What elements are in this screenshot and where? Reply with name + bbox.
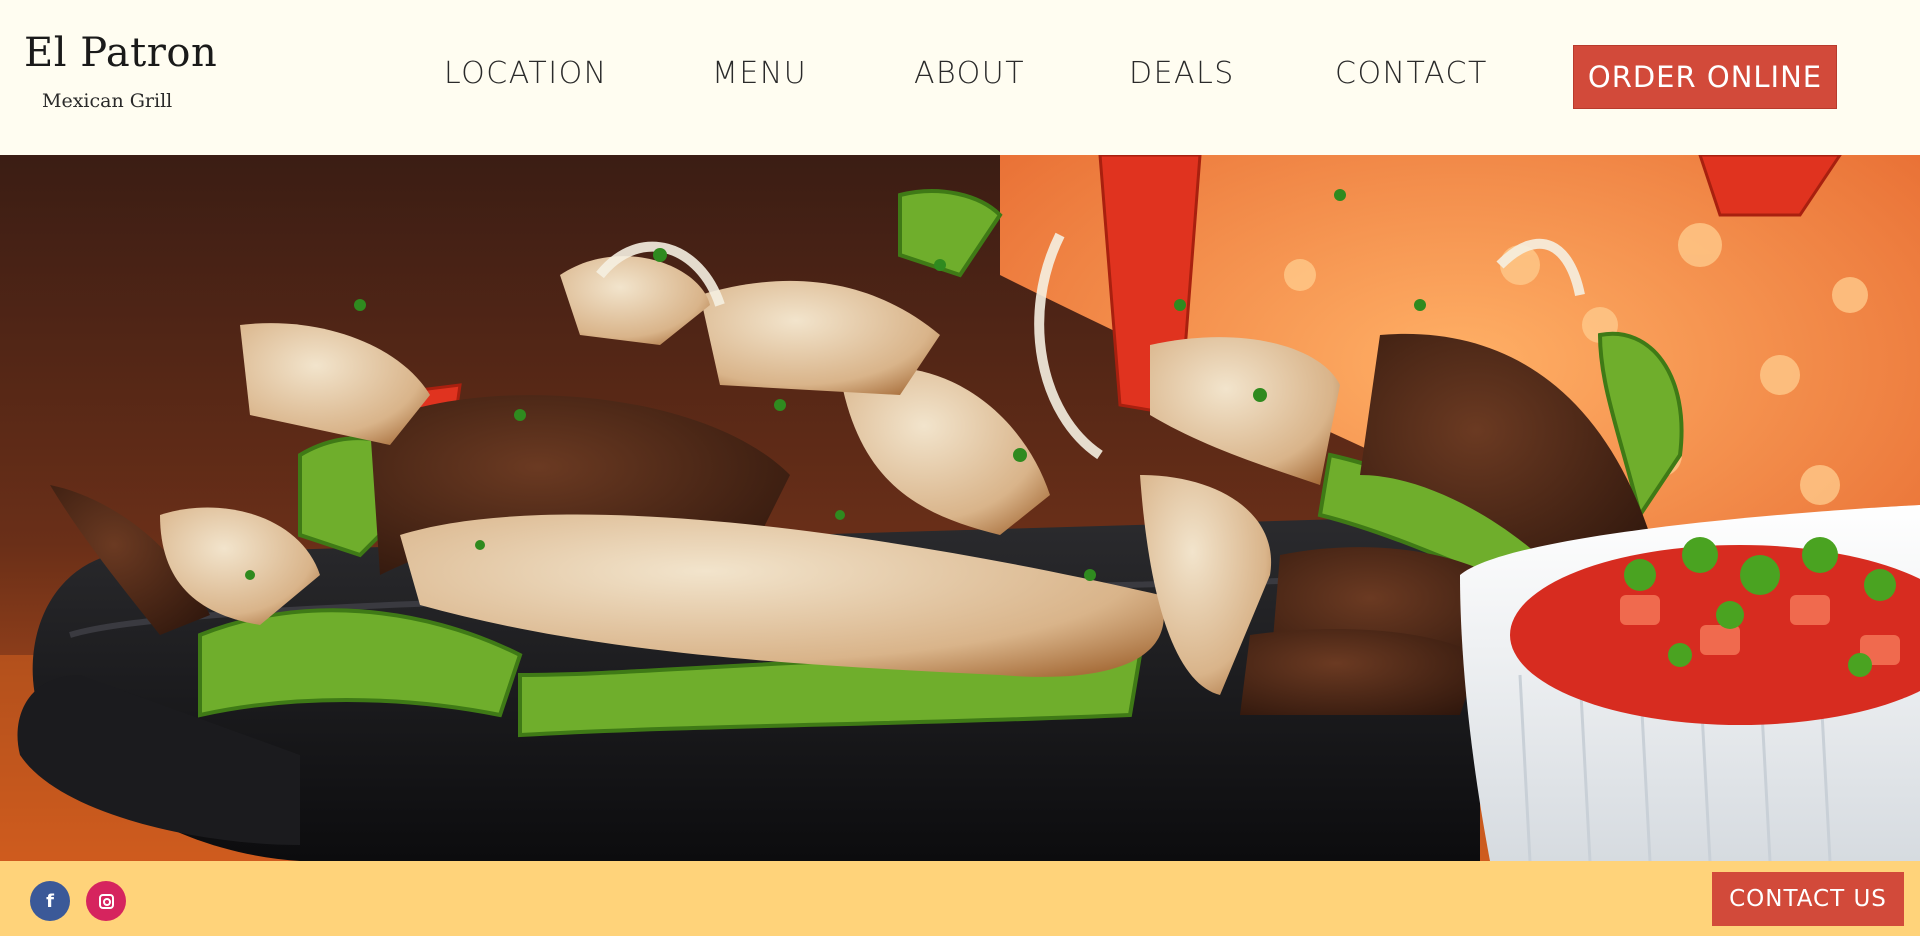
order-online-button[interactable]: ORDER ONLINE bbox=[1573, 45, 1837, 109]
instagram-icon[interactable] bbox=[86, 881, 126, 921]
nav-contact[interactable]: CONTACT bbox=[1335, 56, 1488, 91]
facebook-icon[interactable]: f bbox=[30, 881, 70, 921]
brand-logo[interactable]: El Patron Mexican Grill bbox=[24, 30, 224, 112]
fajitas-illustration bbox=[0, 155, 1920, 861]
hero-image bbox=[0, 155, 1920, 861]
nav-about[interactable]: ABOUT bbox=[914, 56, 1025, 91]
nav-menu[interactable]: MENU bbox=[712, 56, 807, 91]
brand-name: El Patron bbox=[24, 30, 218, 76]
brand-tagline: Mexican Grill bbox=[42, 90, 173, 112]
facebook-glyph: f bbox=[46, 890, 54, 912]
nav-location[interactable]: LOCATION bbox=[444, 56, 608, 91]
camera-icon bbox=[98, 893, 114, 909]
nav-deals[interactable]: DEALS bbox=[1129, 56, 1235, 91]
footer-bar: f CONTACT US bbox=[0, 861, 1920, 936]
site-header: El Patron Mexican Grill LOCATION MENU AB… bbox=[0, 0, 1920, 155]
contact-us-button[interactable]: CONTACT US bbox=[1712, 872, 1904, 926]
